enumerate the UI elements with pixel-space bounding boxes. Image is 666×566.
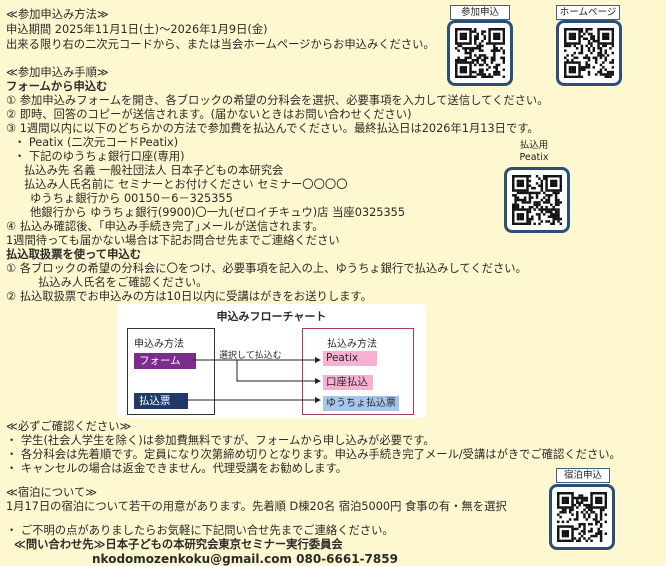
contact-note: ・ ご不明の点がありましたらお気軽に下記問い合せ先までご連絡ください。 [6,524,394,537]
steps-heading: ≪参加申込み手順≫ [6,66,109,79]
method-desc: 出来る限り右の二次元コードから、または当会ホームページからお申込みください。 [6,38,435,51]
step-1: ① 参加申込みフォームを開き、各ブロックの希望の分科会を選択、必要事項を入力して… [6,94,549,107]
slip-step-1-note: 払込み人氏名をご確認ください。 [38,276,208,289]
bank-option: ・ 下記のゆうちょ銀行口座(専用) [14,150,185,163]
slip-step-2: ② 払込取扱票でお申込みの方は10日以内に受講はがきをお送りします。 [6,290,372,303]
contact-info: nkodomozenkoku@gmail.com 080-6661-7859 [92,552,398,566]
slip-heading: 払込取扱票を使って申込む [6,248,141,261]
qr-lodging-label: 宿泊申込 [556,468,610,483]
step-2: ② 即時、回答のコピーが送信されます。(届かないときはお問い合わせください) [6,108,412,121]
flowchart: 申込みフローチャート 申込み方法 フォーム 払込票 払込み方法 Peatix 口… [117,304,426,418]
lodging-desc: 1月17日の宿泊について若干の用意があります。先着順 D棟20名 宿泊5000円… [6,500,507,513]
qr-peatix-label-1: 払込用 [519,140,549,151]
confirm-1: ・ 学生(社会人学生を除く)は参加費無料ですが、フォームから申し込みが必要です。 [6,434,435,447]
contact-org: ≪問い合わせ先≫日本子どもの本研究会東京セミナー実行委員会 [14,538,343,551]
apply-period: 申込期間 2025年11月1日(土)～2026年1月9日(金) [6,23,268,36]
slip-step-1: ① 各ブロックの希望の分科会に〇をつけ、必要事項を記入の上、ゆうちょ銀行で払込み… [6,262,527,275]
qr-home-label: ホームページ [556,5,620,20]
yucho-account: ゆうちょ銀行から 00150－6－325355 [30,192,233,205]
qr-apply-label: 参加申込 [450,5,510,20]
qr-home[interactable] [556,20,622,86]
qr-peatix-label-2: Peatix [519,152,549,163]
method-heading: ≪参加申込み方法≫ [6,8,109,21]
qr-peatix[interactable] [504,167,570,233]
step-4: ④ 払込み確認後、｢申込み手続き完了｣メールが送信されます。 [6,220,324,233]
payee: 払込み先 名義 一般社団法人 日本子どもの本研究会 [24,164,284,177]
confirm-2: ・ 各分科会は先着順です。定員になり次第締め切りとなります。申込み手続き完了メー… [6,448,621,461]
confirm-heading: ≪必ずご確認ください≫ [6,420,132,433]
step-4-note: 1週間待っても届かない場合は下記お問合せ先までご連絡ください [6,234,340,247]
payer-name: 払込み人氏名前に セミナーとお付けください セミナー〇〇〇〇 [24,178,348,191]
peatix-option: ・ Peatix (二次元コードPeatix) [14,136,179,149]
form-heading: フォームから申込む [6,80,108,93]
qr-peatix-label: 払込用 Peatix [512,140,556,164]
qr-lodging[interactable] [549,484,615,550]
other-bank-account: 他銀行から ゆうちょ銀行(9900)〇一九(ゼロイチキュウ)店 当座032535… [30,206,406,219]
step-3: ③ 1週間以内に以下のどちらかの方法で参加費を払込んでください。最終払込日は20… [6,122,539,135]
qr-apply[interactable] [447,20,513,86]
lodging-heading: ≪宿泊について≫ [6,486,98,499]
flow-arrows [185,357,321,403]
confirm-3: ・ キャンセルの場合は返金できません。代理受講をお勧めします。 [6,462,348,475]
